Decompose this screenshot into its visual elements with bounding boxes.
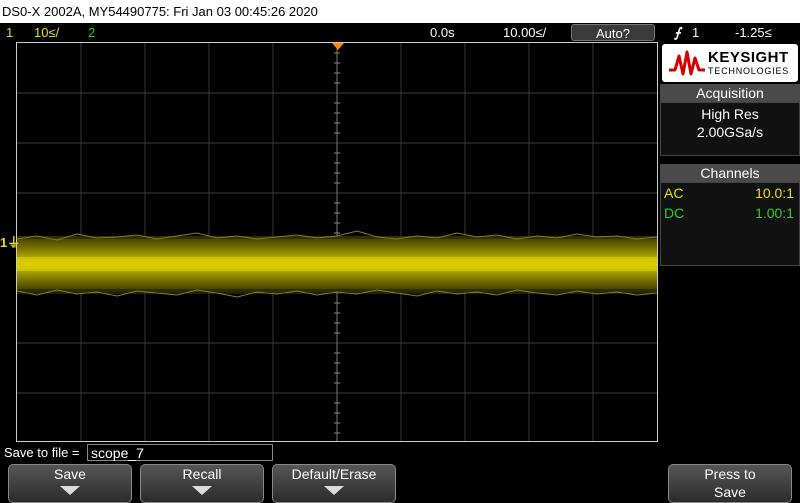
press-to-save-line1: Press to bbox=[704, 466, 756, 482]
acquisition-header: Acquisition bbox=[660, 84, 800, 102]
trigger-edge-icon: ⨍ bbox=[674, 25, 681, 40]
window-title: DS0-X 2002A, MY54490775: Fri Jan 03 00:4… bbox=[2, 4, 318, 19]
press-to-save-line2: Save bbox=[714, 484, 746, 500]
down-arrow-icon bbox=[192, 486, 212, 495]
channel-1-trace bbox=[16, 230, 658, 298]
channel-1-ground-marker[interactable]: 1⏚ bbox=[0, 234, 20, 252]
trigger-level[interactable]: -1.25≤ bbox=[735, 24, 772, 41]
trigger-channel[interactable]: 1 bbox=[692, 24, 699, 41]
window-title-bar: DS0-X 2002A, MY54490775: Fri Jan 03 00:4… bbox=[0, 0, 800, 23]
status-bar: 1 10≤/ 2 0.0s 10.00≤/ Auto? ⨍ 1 -1.25≤ bbox=[0, 23, 800, 42]
channel-2-number[interactable]: 2 bbox=[88, 24, 95, 41]
horizontal-delay[interactable]: 0.0s bbox=[430, 24, 455, 41]
timebase-scale[interactable]: 10.00≤/ bbox=[503, 24, 546, 41]
press-to-save-button[interactable]: Press to Save bbox=[668, 464, 792, 503]
channel-row[interactable]: AC 10.0:1 bbox=[661, 185, 799, 205]
default-erase-button-label: Default/Erase bbox=[291, 466, 377, 482]
save-button[interactable]: Save bbox=[8, 464, 132, 503]
channel-row[interactable]: DC 1.00:1 bbox=[661, 205, 799, 225]
channels-panel[interactable]: AC 10.0:1 DC 1.00:1 bbox=[660, 182, 800, 266]
keysight-wave-icon bbox=[669, 50, 705, 76]
acquisition-mode: High Res bbox=[701, 106, 759, 122]
down-arrow-icon bbox=[60, 486, 80, 495]
recall-button[interactable]: Recall bbox=[140, 464, 264, 503]
logo-brand: KEYSIGHT bbox=[708, 49, 789, 66]
acquisition-rate: 2.00GSa/s bbox=[696, 124, 764, 140]
acquisition-panel[interactable]: High Res 2.00GSa/s bbox=[660, 102, 800, 156]
down-arrow-icon bbox=[324, 486, 344, 495]
save-button-label: Save bbox=[54, 466, 86, 482]
waveform-display[interactable] bbox=[16, 42, 658, 442]
channel-1-coupling: AC bbox=[664, 185, 684, 201]
default-erase-button[interactable]: Default/Erase bbox=[272, 464, 396, 503]
channel-1-probe: 10.0:1 bbox=[755, 185, 794, 201]
save-filename-value: scope_7 bbox=[91, 445, 144, 461]
save-file-label: Save to file = bbox=[4, 445, 80, 460]
logo-sub: TECHNOLOGIES bbox=[708, 66, 790, 76]
channels-header: Channels bbox=[660, 164, 800, 182]
channel-1-number[interactable]: 1 bbox=[6, 24, 13, 41]
trigger-position-marker[interactable] bbox=[332, 43, 344, 50]
recall-button-label: Recall bbox=[182, 466, 222, 482]
channel-2-probe: 1.00:1 bbox=[755, 205, 794, 221]
trigger-mode-button[interactable]: Auto? bbox=[571, 24, 655, 41]
trigger-mode-label: Auto? bbox=[596, 26, 630, 41]
waveform-graticule bbox=[16, 43, 658, 441]
keysight-logo: KEYSIGHT TECHNOLOGIES bbox=[662, 44, 798, 82]
channel-1-scale[interactable]: 10≤/ bbox=[34, 24, 59, 41]
save-filename-field[interactable]: scope_7 bbox=[87, 444, 273, 461]
channel-2-coupling: DC bbox=[664, 205, 685, 221]
